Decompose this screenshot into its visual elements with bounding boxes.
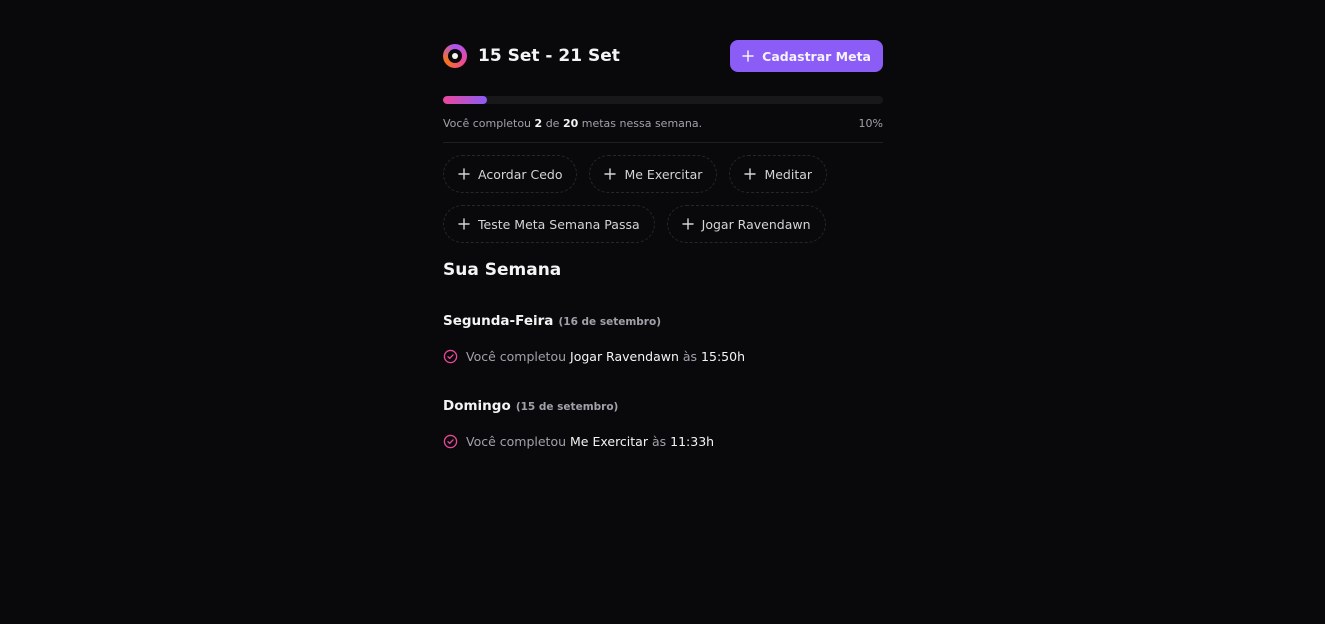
header: 15 Set - 21 Set Cadastrar Meta <box>443 40 883 72</box>
completion-time: 15:50h <box>701 349 745 364</box>
completion-at: às <box>651 434 667 449</box>
plus-icon <box>681 218 694 230</box>
goal-label: Meditar <box>764 166 813 182</box>
goal-label: Teste Meta Semana Passa <box>478 216 640 232</box>
goal-button-jogar-ravendawn[interactable]: Jogar Ravendawn <box>666 205 826 243</box>
pending-goals-list: Acordar Cedo Me Exercitar Meditar Teste … <box>443 155 883 243</box>
progress-info: Você completou 2 de 20 metas nessa seman… <box>443 117 883 130</box>
completion-prefix: Você completou <box>466 349 567 364</box>
header-left: 15 Set - 21 Set <box>443 44 620 68</box>
goal-label: Acordar Cedo <box>478 166 563 182</box>
day-weekday: Segunda-Feira <box>443 313 554 329</box>
plus-icon <box>744 168 757 180</box>
progress-text: Você completou 2 de 20 metas nessa seman… <box>443 117 702 130</box>
divider <box>443 142 883 143</box>
goal-label: Me Exercitar <box>624 166 703 182</box>
progress-bar-fill <box>443 96 487 104</box>
day-heading: Domingo (15 de setembro) <box>443 395 883 414</box>
goal-button-acordar-cedo[interactable]: Acordar Cedo <box>443 155 578 193</box>
completion-time: 11:33h <box>670 434 715 449</box>
create-goal-label: Cadastrar Meta <box>762 48 871 64</box>
check-circle-icon <box>443 434 458 449</box>
progress-total-count: 20 <box>562 117 579 130</box>
day-group-sunday: Domingo (15 de setembro) Você completou … <box>443 395 883 449</box>
completion-text: Você completou Jogar Ravendawn às 15:50h <box>466 349 745 364</box>
day-date: (16 de setembro) <box>558 316 661 328</box>
day-date: (15 de setembro) <box>515 401 619 413</box>
completion-item: Você completou Jogar Ravendawn às 15:50h <box>443 349 883 364</box>
target-logo-icon <box>443 44 467 68</box>
day-group-monday: Segunda-Feira (16 de setembro) Você comp… <box>443 310 883 364</box>
completion-prefix: Você completou <box>466 434 567 449</box>
completion-text: Você completou Me Exercitar às 11:33h <box>466 434 714 449</box>
day-weekday: Domingo <box>443 398 511 414</box>
goal-button-me-exercitar[interactable]: Me Exercitar <box>589 155 718 193</box>
progress-completed-count: 2 <box>534 117 543 130</box>
create-goal-button[interactable]: Cadastrar Meta <box>730 40 883 72</box>
progress-text-of: de <box>545 117 560 130</box>
completion-item: Você completou Me Exercitar às 11:33h <box>443 434 883 449</box>
plus-icon <box>458 218 470 230</box>
plus-icon <box>604 168 617 180</box>
plus-icon <box>742 50 754 62</box>
week-range-title: 15 Set - 21 Set <box>478 46 620 66</box>
progress-percent: 10% <box>858 117 883 130</box>
goal-button-meditar[interactable]: Meditar <box>729 155 828 193</box>
progress-text-prefix: Você completou <box>443 117 532 130</box>
progress-bar <box>443 96 883 104</box>
completion-goal: Jogar Ravendawn <box>570 349 679 364</box>
goal-label: Jogar Ravendawn <box>701 216 811 232</box>
progress-text-suffix: metas nessa semana. <box>581 117 703 130</box>
plus-icon <box>458 168 470 180</box>
day-heading: Segunda-Feira (16 de setembro) <box>443 310 883 329</box>
completion-goal: Me Exercitar <box>570 434 648 449</box>
check-circle-icon <box>443 349 458 364</box>
goal-button-teste-meta-semana-passa[interactable]: Teste Meta Semana Passa <box>443 205 655 243</box>
completion-at: às <box>682 349 698 364</box>
main-container: 15 Set - 21 Set Cadastrar Meta Você comp… <box>443 40 883 449</box>
week-summary-title: Sua Semana <box>443 260 562 280</box>
